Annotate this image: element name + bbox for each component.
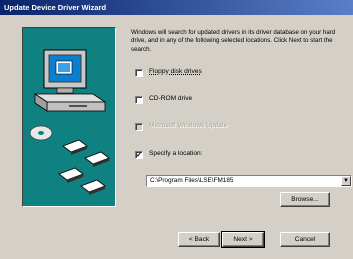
specify-location-checkbox[interactable]: ✓ [135, 151, 143, 159]
windows-update-label: Microsoft Windows Update [149, 122, 228, 129]
intro-text: Windows will search for updated drivers … [131, 29, 336, 53]
title-bar: Update Device Driver Wizard [0, 0, 353, 15]
floppy-drives-checkbox[interactable] [135, 69, 143, 77]
computer-with-disks-icon [29, 49, 110, 195]
location-value: C:\Program Files\LSE\FM185 [150, 177, 234, 184]
cd-rom-label: CD-ROM drive [149, 95, 193, 102]
specify-location-label: Specify a location: [149, 150, 203, 157]
floppy-drives-label: Floppy disk drives [149, 68, 202, 75]
cd-rom-checkbox[interactable] [135, 96, 143, 104]
browse-button[interactable]: Browse... [280, 192, 330, 207]
dropdown-arrow-icon[interactable]: ▼ [341, 176, 351, 186]
next-button[interactable]: Next > [221, 231, 265, 248]
windows-update-checkbox [135, 123, 143, 131]
cancel-button[interactable]: Cancel [280, 232, 330, 247]
location-combobox[interactable]: C:\Program Files\LSE\FM185 ▼ [146, 175, 352, 187]
window-title: Update Device Driver Wizard [4, 3, 107, 12]
back-button[interactable]: < Back [178, 232, 220, 247]
wizard-illustration [22, 27, 116, 207]
